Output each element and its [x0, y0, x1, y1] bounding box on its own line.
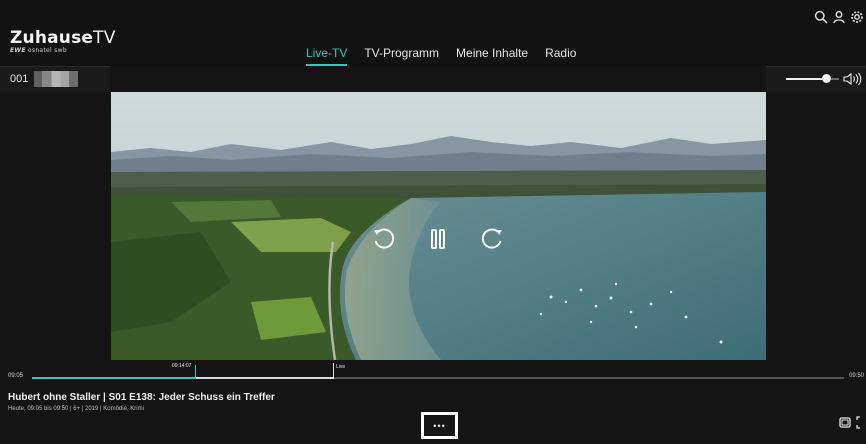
volume-slider-handle[interactable] [822, 74, 831, 83]
playhead-time: 09:14:07 [172, 363, 192, 369]
timeline-buffer [195, 377, 333, 379]
nav-meine-inhalte[interactable]: Meine Inhalte [456, 46, 528, 60]
program-info: Hubert ohne Staller | S01 E138: Jeder Sc… [0, 388, 866, 444]
channel-logo[interactable] [34, 71, 78, 87]
nav-live-tv[interactable]: Live-TV [306, 46, 348, 66]
timeline-end-time: 09:50 [849, 373, 865, 379]
timeline-playhead[interactable] [195, 365, 196, 379]
gear-icon[interactable] [850, 10, 864, 24]
channel-number[interactable]: 001 [10, 73, 28, 85]
forward-icon[interactable] [477, 224, 507, 254]
live-label: Live [336, 364, 346, 370]
user-icon[interactable] [832, 10, 846, 24]
rewind-icon[interactable] [369, 224, 399, 254]
picture-in-picture-icon[interactable] [839, 416, 852, 429]
more-button[interactable]: ••• [421, 412, 458, 439]
program-title: Hubert ohne Staller | S01 E138: Jeder Sc… [8, 392, 275, 403]
timeline: 09:05 09:14:07 Live 09:50 [0, 360, 866, 388]
bottom-icon-group [839, 416, 864, 429]
fullscreen-icon[interactable] [856, 416, 864, 429]
pause-icon[interactable] [423, 224, 453, 254]
volume-track-empty[interactable] [831, 78, 839, 80]
app-logo[interactable]: ZuhauseTV EWE osnatel swb [10, 28, 116, 54]
volume-bar [766, 66, 866, 92]
timeline-progress [32, 377, 195, 379]
volume-track-filled[interactable] [786, 78, 824, 80]
speaker-icon[interactable] [843, 72, 863, 86]
nav-tv-programm[interactable]: TV-Programm [364, 46, 439, 60]
video-player[interactable] [111, 92, 766, 360]
top-bar: ZuhauseTV EWE osnatel swb Live-TV TV-Pro… [0, 0, 866, 66]
more-dots-icon: ••• [433, 421, 446, 431]
nav-radio[interactable]: Radio [545, 46, 576, 60]
search-icon[interactable] [814, 10, 828, 24]
timeline-start-time: 09:05 [8, 373, 24, 379]
program-meta: Heute, 09:05 bis 09:50 | 6+ | 2019 | Kom… [8, 406, 144, 412]
top-icon-group [814, 10, 864, 24]
main-nav: Live-TV TV-Programm Meine Inhalte Radio [306, 46, 576, 66]
channel-bar: 001 [0, 66, 110, 92]
live-marker[interactable] [333, 363, 334, 379]
